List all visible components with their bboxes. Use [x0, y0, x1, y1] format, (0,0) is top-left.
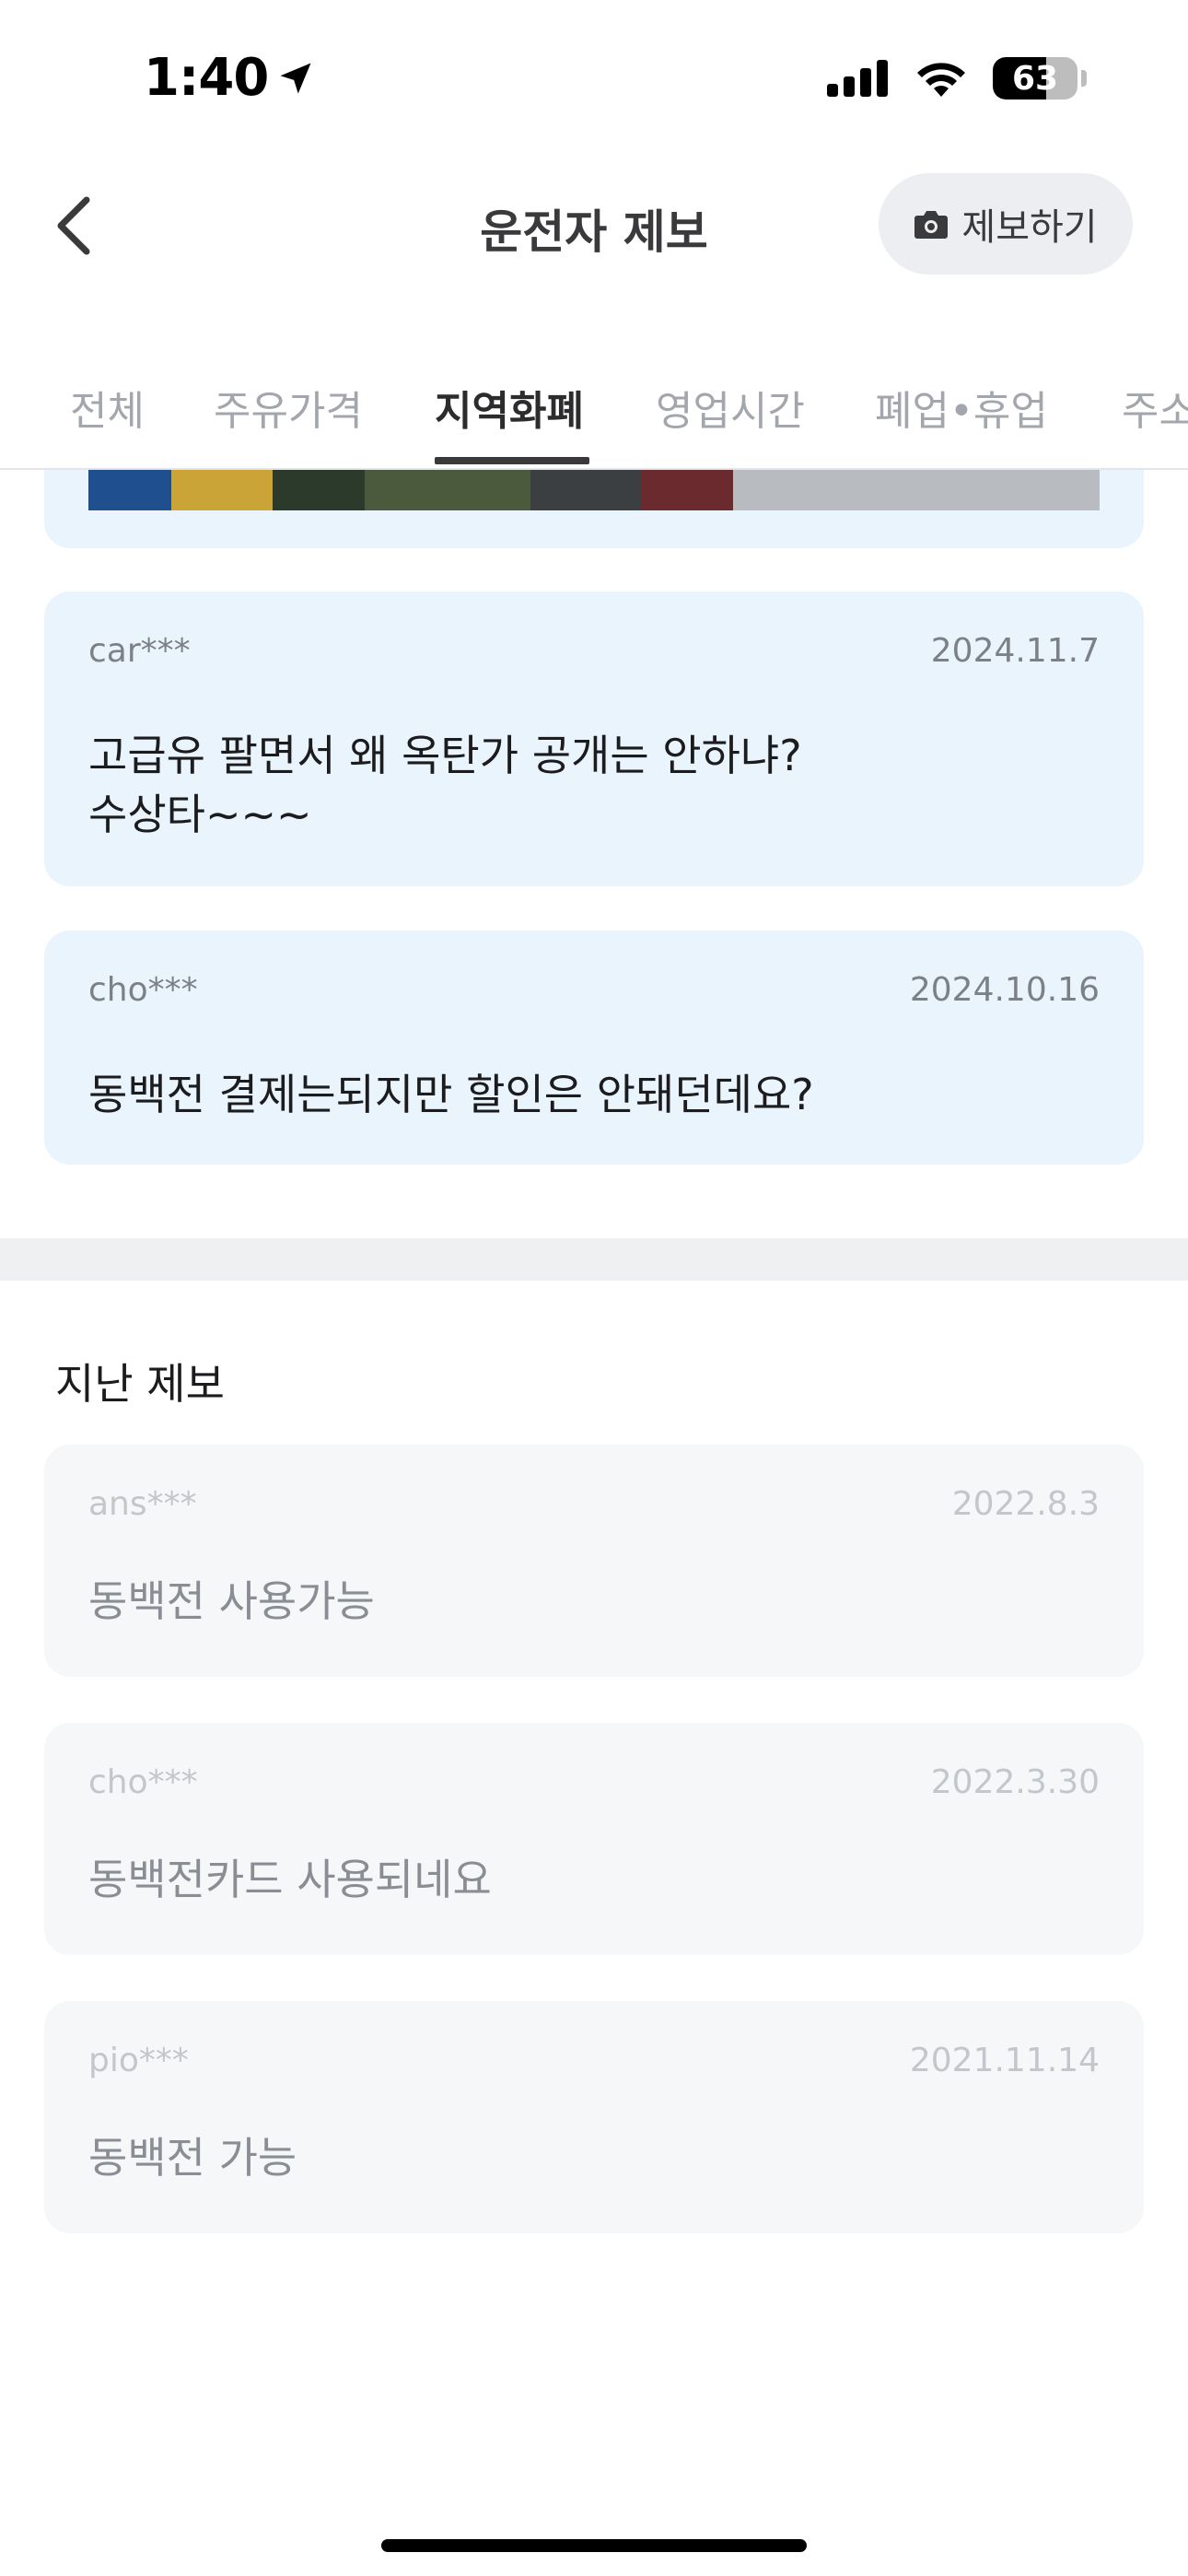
- location-arrow-icon: [280, 63, 311, 93]
- report-photo: [88, 470, 1100, 510]
- report-card: car*** 2024.11.7 고급유 팔면서 왜 옥탄가 공개는 안하냐? …: [44, 591, 1144, 886]
- signal-icon: [827, 60, 888, 97]
- tab-fuel-price[interactable]: 주유가격: [214, 378, 363, 468]
- report-card: cho*** 2024.10.16 동백전 결제는되지만 할인은 안돼던데요?: [44, 931, 1144, 1165]
- report-user: pio***: [88, 2042, 189, 2079]
- report-user: ans***: [88, 1485, 197, 1523]
- tab-all[interactable]: 전체: [70, 378, 145, 468]
- tab-address[interactable]: 주소: [1122, 378, 1188, 468]
- report-user: cho***: [88, 1763, 198, 1801]
- report-text: 동백전 가능: [88, 2133, 297, 2183]
- screen: 1:40 63 운전자 제보 제보하기 전체 주유가격 지역화폐 영업시간 폐업…: [0, 0, 1188, 2576]
- report-text: 고급유 팔면서 왜 옥탄가 공개는 안하냐? 수상타~~~: [88, 731, 802, 839]
- report-date: 2022.3.30: [930, 1763, 1100, 1801]
- report-text: 동백전 사용가능: [88, 1576, 375, 1626]
- report-date: 2021.11.14: [909, 2042, 1100, 2079]
- past-report-card: ans*** 2022.8.3 동백전 사용가능: [44, 1445, 1144, 1677]
- past-report-card: pio*** 2021.11.14 동백전 가능: [44, 2001, 1144, 2233]
- nav-header: 운전자 제보 제보하기: [0, 157, 1188, 295]
- report-user: car***: [88, 632, 191, 670]
- report-text: 동백전 결제는되지만 할인은 안돼던데요?: [88, 1070, 814, 1119]
- status-time: 1:40: [144, 48, 316, 108]
- battery-icon: 63: [993, 57, 1077, 100]
- report-button-label: 제보하기: [961, 206, 1098, 249]
- past-report-card: cho*** 2022.3.30 동백전카드 사용되네요: [44, 1723, 1144, 1955]
- report-date: 2024.10.16: [909, 971, 1100, 1009]
- section-divider: [0, 1238, 1188, 1281]
- past-reports-title: 지난 제보: [55, 1359, 225, 1409]
- wifi-icon: [917, 63, 965, 97]
- report-user: cho***: [88, 971, 198, 1009]
- status-bar: 1:40 63: [0, 0, 1188, 157]
- report-date: 2024.11.7: [930, 632, 1100, 670]
- clock-text: 1:40: [144, 48, 269, 108]
- home-indicator[interactable]: [381, 2539, 807, 2552]
- status-icons: 63: [827, 57, 1087, 100]
- battery-level: 63: [1011, 59, 1059, 98]
- report-button[interactable]: 제보하기: [879, 173, 1133, 275]
- active-tab-indicator: [435, 457, 589, 464]
- category-tabs: 전체 주유가격 지역화폐 영업시간 폐업•휴업 주소: [0, 359, 1188, 470]
- report-photo-card[interactable]: [44, 470, 1144, 548]
- tab-local-currency[interactable]: 지역화폐: [435, 378, 584, 468]
- tab-business-hours[interactable]: 영업시간: [656, 378, 805, 468]
- tab-closure[interactable]: 폐업•휴업: [875, 378, 1048, 468]
- camera-icon: [914, 211, 949, 239]
- report-date: 2022.8.3: [951, 1485, 1100, 1523]
- report-text: 동백전카드 사용되네요: [88, 1855, 492, 1904]
